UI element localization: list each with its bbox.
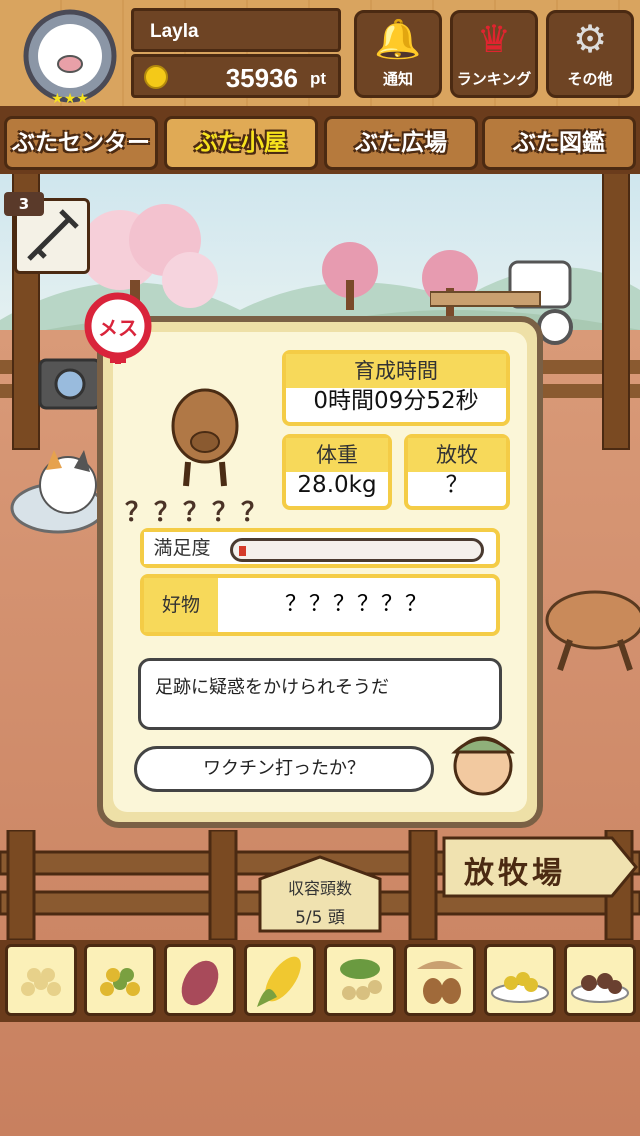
syringe-count: 3 bbox=[4, 192, 44, 216]
user-avatar[interactable]: ★★★ bbox=[18, 8, 122, 108]
tab-buta-zukan[interactable]: ぶた図鑑 bbox=[482, 116, 636, 170]
gate-post-right bbox=[602, 170, 630, 450]
grazing-box: 放牧 ？ bbox=[404, 434, 510, 510]
corn-kernels-icon[interactable] bbox=[84, 944, 156, 1016]
favorite-row: 好物 ？？？？？？ bbox=[140, 574, 500, 636]
notification-label: 通知 bbox=[382, 70, 413, 88]
bell-icon: 🔔 bbox=[374, 17, 422, 61]
satisfaction-label: 満足度 bbox=[144, 532, 220, 564]
food-bar bbox=[0, 940, 640, 1022]
user-name: Layla bbox=[131, 8, 341, 52]
tab-buta-hiroba[interactable]: ぶた広場 bbox=[324, 116, 478, 170]
svg-text:★★★: ★★★ bbox=[51, 91, 89, 107]
satisfaction-meter bbox=[230, 538, 484, 562]
pig-name: ？？？？？ bbox=[125, 498, 271, 528]
sweet-potato-icon[interactable] bbox=[164, 944, 236, 1016]
raise-time-value: 0時間09分52秒 bbox=[313, 388, 479, 414]
peas-icon[interactable] bbox=[324, 944, 396, 1016]
crown-icon: ♛ bbox=[476, 17, 512, 61]
pig-illustration bbox=[171, 388, 239, 487]
speech-bubble-1: 足跡に疑惑をかけられそうだ bbox=[138, 658, 502, 730]
cat-in-bowl bbox=[10, 450, 106, 534]
corn-icon[interactable] bbox=[244, 944, 316, 1016]
speech-bubble-2: ワクチン打ったか？ bbox=[134, 746, 434, 792]
tab-buta-koya[interactable]: ぶた小屋 bbox=[164, 116, 318, 170]
gender-badge-label: メス bbox=[98, 316, 138, 340]
other-button[interactable]: ⚙ その他 bbox=[546, 10, 634, 98]
weight-value: 28.0kg bbox=[297, 472, 377, 498]
grazing-value: ？ bbox=[445, 472, 469, 498]
meatball-plate-icon[interactable] bbox=[564, 944, 636, 1016]
capacity-value: 5/5 頭 bbox=[295, 908, 345, 928]
other-label: その他 bbox=[567, 70, 613, 88]
points-unit: pt bbox=[309, 69, 326, 88]
satisfaction-row: 満足度 bbox=[140, 528, 500, 568]
speech-text-2: ワクチン打ったか？ bbox=[203, 758, 365, 779]
tab-buta-center[interactable]: ぶたセンター bbox=[4, 116, 158, 170]
capacity-label: 収容頭数 bbox=[287, 879, 352, 898]
favorite-label: 好物 bbox=[144, 578, 218, 632]
corn-plate-icon[interactable] bbox=[484, 944, 556, 1016]
cherry-blossom-tree bbox=[322, 242, 378, 310]
points-value: 35936 bbox=[225, 63, 298, 93]
pasture-label: 放牧場 bbox=[464, 856, 566, 891]
weight-box: 体重 28.0kg bbox=[282, 434, 392, 510]
gear-icon: ⚙ bbox=[572, 17, 608, 61]
soybeans-icon[interactable] bbox=[5, 944, 77, 1016]
wild-boar-running bbox=[545, 590, 640, 671]
acorn-icon[interactable] bbox=[404, 944, 476, 1016]
speech-text-1: 足跡に疑惑をかけられそうだ bbox=[155, 677, 389, 698]
tab-bar: ぶたセンター ぶた小屋 ぶた広場 ぶた図鑑 bbox=[0, 112, 640, 174]
ranking-label: ランキング bbox=[456, 70, 532, 88]
farmer-avatar bbox=[451, 736, 515, 796]
coin-icon bbox=[144, 65, 168, 89]
raise-time-box: 育成時間 0時間09分52秒 bbox=[282, 350, 510, 426]
notification-button[interactable]: 🔔 通知 bbox=[354, 10, 442, 98]
capacity-sign: 収容頭数 5/5 頭 bbox=[255, 855, 385, 933]
ranking-button[interactable]: ♛ ランキング bbox=[450, 10, 538, 98]
favorite-value: ？？？？？？ bbox=[284, 592, 429, 617]
points-display: 35936 pt bbox=[131, 54, 341, 98]
pasture-sign[interactable]: 放牧場 bbox=[442, 836, 638, 898]
satisfaction-meter-fill bbox=[239, 546, 247, 556]
